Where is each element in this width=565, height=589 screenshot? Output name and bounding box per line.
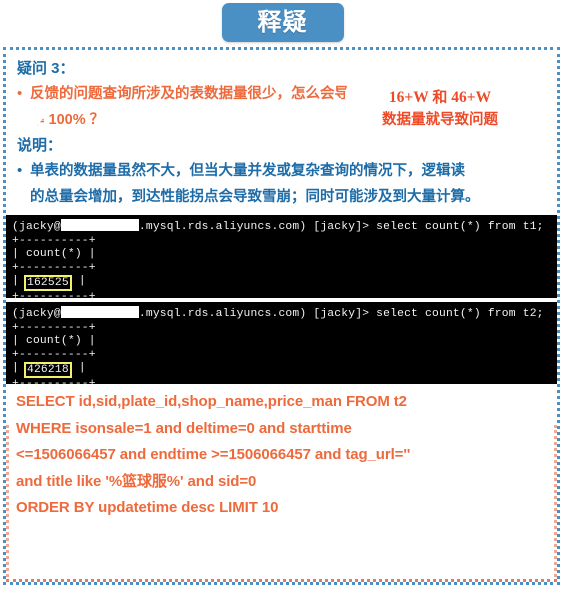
callout-tail [28, 99, 59, 126]
terminal1-prompt-prefix: (jacky@ [12, 221, 61, 233]
sql-statement-block: SELECT id,sid,plate_id,shop_name,price_m… [6, 384, 557, 522]
terminal1-count-value: 162525 [23, 275, 72, 292]
terminal2-value-suffix: | [71, 362, 86, 375]
page-title: 释疑 [257, 8, 308, 36]
question-label: 疑问 3： [17, 60, 75, 77]
terminal1-col-header: | count(*) | [12, 248, 96, 261]
callout-line-1-b: 46+W [447, 89, 492, 106]
sql-line: ORDER BY updatetime desc LIMIT 10 [16, 499, 279, 516]
terminal1-rule-top: +----------+ [12, 234, 96, 247]
callout-line-1-a: 16+W [388, 89, 433, 106]
terminal2-rule-top: +----------+ [12, 321, 96, 334]
redacted-hostname [60, 306, 139, 318]
content-panel: 疑问 3： • 反馈的问题查询所涉及的表数据量很少，怎么会导致实例 CPU 使用… [3, 47, 560, 585]
sql-line: SELECT id,sid,plate_id,shop_name,price_m… [16, 393, 407, 410]
sql-line: <=1506066457 and endtime >=1506066457 an… [16, 446, 411, 463]
callout-bubble: 16+W 和 46+W 数据量就导致问题 [347, 83, 533, 134]
bullet-icon: • [17, 162, 23, 179]
terminal2-prompt-suffix: .mysql.rds.aliyuncs.com) [jacky]> select… [138, 308, 544, 320]
terminal1-rule-bottom: +----------+ [12, 291, 96, 298]
terminal2-rule-bottom: +----------+ [12, 378, 96, 384]
sql-line: and title like '%篮球服%' and sid=0 [16, 472, 257, 490]
terminal1-prompt-suffix: .mysql.rds.aliyuncs.com) [jacky]> select… [138, 221, 544, 233]
sql-line: WHERE isonsale=1 and deltime=0 and start… [16, 419, 352, 437]
terminal2-count-value: 426218 [23, 362, 72, 379]
explanation-text-line-2: 的总量会增加，到达性能拐点会导致雪崩；同时可能涉及到大量计算。 [30, 189, 480, 205]
callout-line-1: 16+W 和 46+W [347, 83, 533, 110]
terminal1-value-suffix: | [71, 275, 86, 288]
explanation-label: 说明： [17, 137, 63, 154]
redacted-hostname [60, 219, 139, 231]
title-bar: 释疑 [0, 0, 565, 45]
terminal-output-t2: (jacky@ .mysql.rds.aliyuncs.com) [jacky]>… [6, 302, 557, 384]
terminal2-prompt-prefix: (jacky@ [12, 308, 61, 320]
explanation-text-line-1: 单表的数据量虽然不大，但当大量并发或复杂查询的情况下，逻辑读 [30, 163, 465, 179]
panel-inner: 疑问 3： • 反馈的问题查询所涉及的表数据量很少，怎么会导致实例 CPU 使用… [6, 50, 557, 582]
explanation-bullet-line-2: 的总量会增加，到达性能拐点会导致雪崩；同时可能涉及到大量计算。 [17, 184, 548, 210]
explanation-bullet-line-1: • 单表的数据量虽然不大，但当大量并发或复杂查询的情况下，逻辑读 [17, 158, 548, 184]
title-badge: 释疑 [221, 3, 344, 42]
terminal-output-t1: (jacky@ .mysql.rds.aliyuncs.com) [jacky]>… [6, 215, 557, 298]
terminal2-col-header: | count(*) | [12, 335, 96, 348]
callout-line-2: 数据量就导致问题 [382, 112, 498, 128]
terminal2-rule-mid: +----------+ [12, 348, 96, 361]
terminal1-rule-mid: +----------+ [12, 261, 96, 274]
callout-line-1-cjk: 和 [432, 89, 448, 106]
